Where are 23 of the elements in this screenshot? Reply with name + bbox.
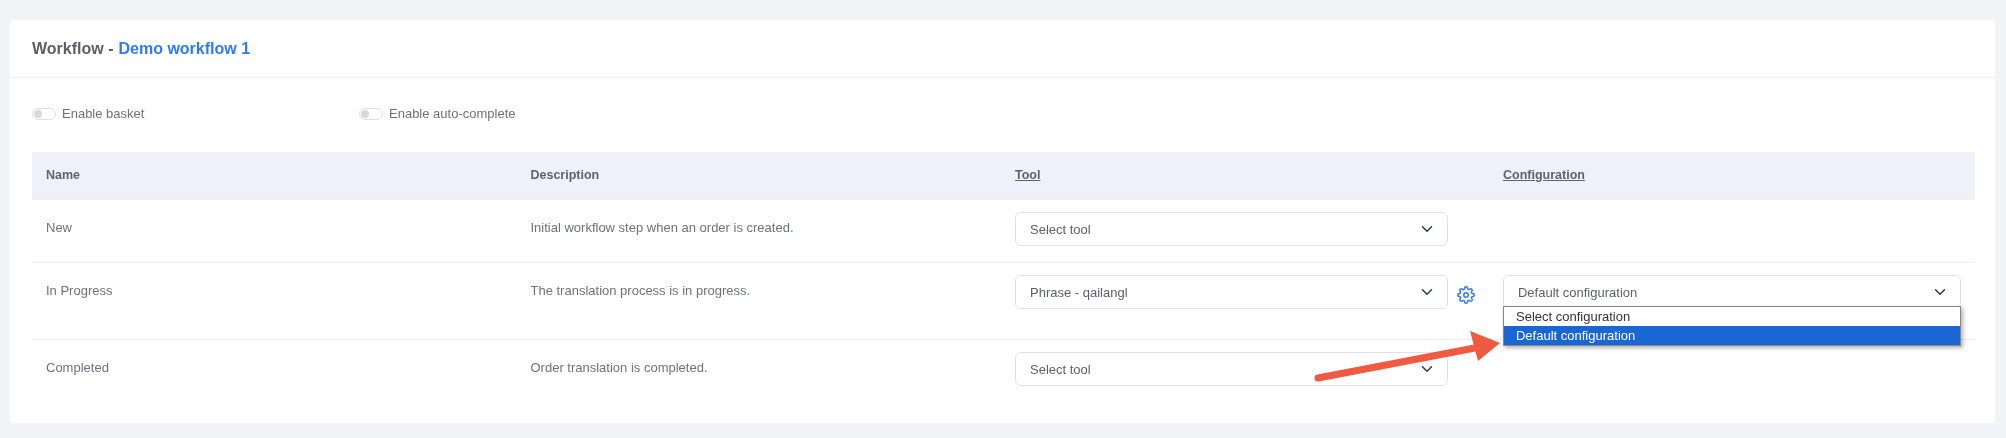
table-cell-text: The translation process is in progress. bbox=[530, 281, 751, 300]
dropdown-option[interactable]: Default configuration bbox=[1504, 325, 1960, 345]
configuration-select[interactable]: Default configuration bbox=[1503, 274, 1961, 309]
table-cell-text: In Progress bbox=[46, 281, 113, 300]
tool-select[interactable]: Phrase - qailangl bbox=[1015, 274, 1448, 309]
workflow-name-link[interactable]: Demo workflow 1 bbox=[118, 36, 251, 61]
table-cell-text: Completed bbox=[46, 358, 109, 377]
toggle-switch[interactable] bbox=[32, 108, 56, 120]
column-header: Name bbox=[46, 167, 81, 182]
table-cell-text: New bbox=[46, 218, 72, 237]
toggle-label: Enable basket bbox=[62, 105, 145, 124]
column-header: Description bbox=[530, 167, 600, 182]
table-cell-text: Order translation is completed. bbox=[530, 358, 708, 377]
card-title: Workflow - bbox=[32, 38, 114, 59]
column-header[interactable]: Tool bbox=[1015, 167, 1041, 182]
toggle-label: Enable auto-complete bbox=[389, 105, 516, 124]
tool-select[interactable]: Select tool bbox=[1015, 351, 1448, 386]
toggle-switch[interactable] bbox=[359, 108, 383, 120]
dropdown-option[interactable]: Select configuration bbox=[1504, 306, 1960, 326]
tool-select[interactable]: Select tool bbox=[1015, 211, 1448, 246]
settings-icon[interactable] bbox=[1457, 284, 1475, 302]
table-cell-text: Initial workflow step when an order is created. bbox=[530, 218, 794, 237]
column-header[interactable]: Configuration bbox=[1503, 167, 1585, 182]
